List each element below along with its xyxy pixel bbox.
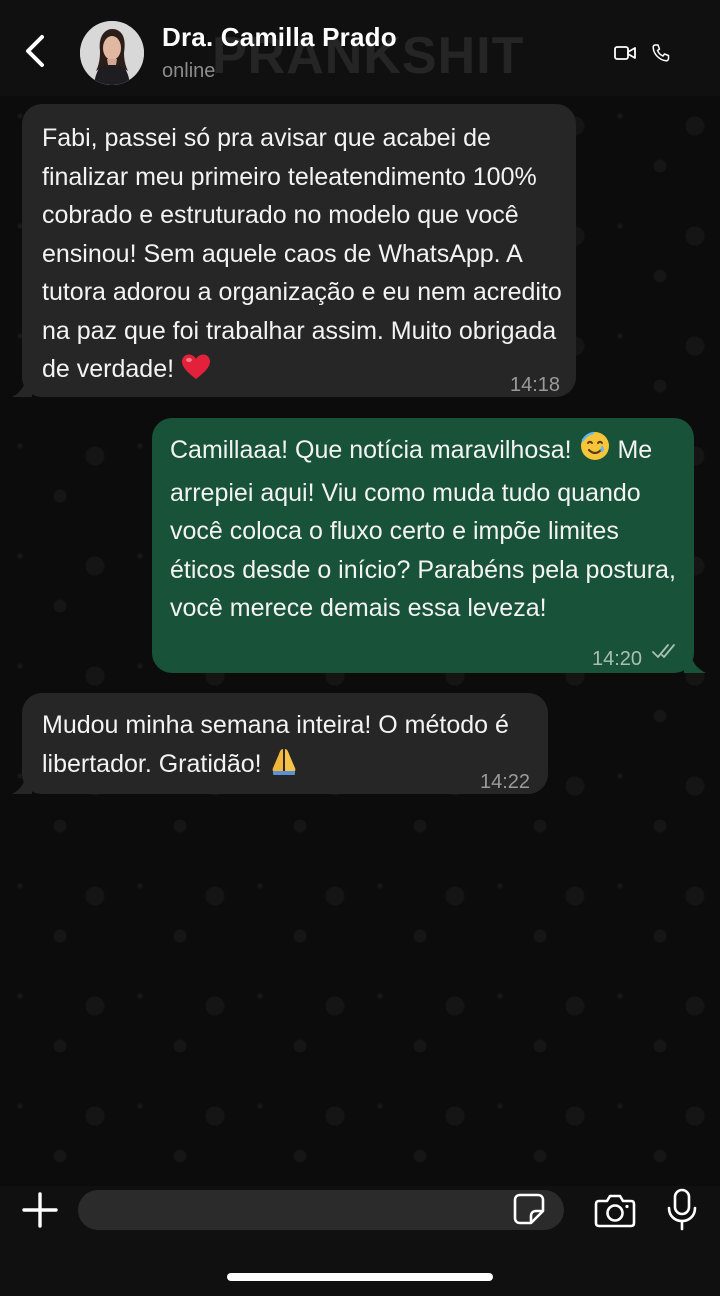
home-indicator[interactable] bbox=[227, 1273, 493, 1281]
voice-call-icon[interactable] bbox=[652, 44, 670, 62]
message-bubble-outgoing[interactable]: Camillaaa! Que notícia maravilhosa! Me a… bbox=[152, 418, 694, 673]
red-heart-icon bbox=[181, 353, 211, 393]
plus-icon[interactable] bbox=[22, 1192, 58, 1228]
video-call-icon[interactable] bbox=[614, 44, 636, 62]
message-time: 14:20 bbox=[592, 648, 643, 670]
back-arrow-icon[interactable] bbox=[22, 34, 50, 68]
watermark: PRANKSHIT bbox=[212, 27, 525, 85]
avatar-image bbox=[80, 21, 144, 85]
folded-hands-icon bbox=[269, 746, 299, 788]
message-input[interactable] bbox=[78, 1190, 564, 1230]
message-text: Fabi, passei só pra avisar que acabei de… bbox=[42, 124, 562, 383]
double-check-read-icon bbox=[652, 644, 675, 658]
contact-status: online bbox=[162, 60, 216, 82]
message-bubble-incoming[interactable]: Fabi, passei só pra avisar que acabei de… bbox=[22, 104, 576, 397]
camera-icon[interactable] bbox=[594, 1192, 636, 1228]
sticker-icon[interactable] bbox=[512, 1192, 546, 1226]
smiling-face-with-tear-icon bbox=[579, 430, 611, 474]
microphone-icon[interactable] bbox=[666, 1188, 698, 1232]
message-time: 14:18 bbox=[510, 374, 561, 396]
avatar[interactable] bbox=[80, 21, 144, 85]
message-bubble-incoming[interactable]: Mudou minha semana inteira! O método é l… bbox=[22, 693, 548, 794]
message-time: 14:22 bbox=[480, 771, 531, 793]
message-text: Camillaaa! Que notícia maravilhosa! bbox=[170, 436, 572, 464]
